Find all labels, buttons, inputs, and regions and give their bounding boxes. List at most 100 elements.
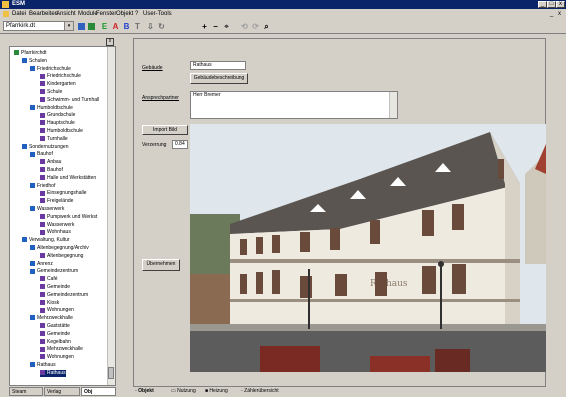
tree-node[interactable]: Turnhalle bbox=[40, 136, 68, 143]
object-icon bbox=[40, 229, 45, 235]
tree-node[interactable]: Gemeinde bbox=[40, 331, 70, 338]
close-button[interactable]: x bbox=[556, 1, 565, 8]
tab-steam[interactable]: Steam bbox=[9, 387, 43, 396]
tree-node[interactable]: Anbau bbox=[40, 159, 61, 166]
tree-node-label: Bauhof bbox=[37, 151, 53, 158]
tree-node[interactable]: Wohnungen bbox=[40, 354, 74, 361]
tree-node[interactable]: Wohnungen bbox=[40, 307, 74, 314]
tree-node[interactable]: Mehrzweckhalle bbox=[30, 315, 73, 322]
tree-node[interactable]: Verwaltung, Kultur bbox=[22, 237, 70, 244]
tree-node[interactable]: Rathaus bbox=[30, 362, 56, 369]
object-icon bbox=[40, 221, 45, 227]
tree-node[interactable]: Altenbegegnung/Archiv bbox=[30, 245, 89, 252]
verzerrung-input[interactable]: 0.84 bbox=[172, 140, 188, 149]
tab-nutzung[interactable]: ▭ Nutzung bbox=[171, 387, 196, 396]
refresh-icon[interactable]: ↻ bbox=[157, 22, 166, 31]
minimize-button[interactable]: _ bbox=[538, 1, 547, 8]
add-icon[interactable]: + bbox=[200, 22, 209, 31]
tree-node[interactable]: Friedrichschule bbox=[30, 66, 71, 73]
menu-bearbeiten[interactable]: Bearbeiten bbox=[29, 11, 58, 17]
gebaeudebeschreibung-button[interactable]: Gebäudebeschreibung bbox=[190, 73, 248, 84]
tree-node[interactable]: Mehrzweckhalle bbox=[40, 346, 83, 353]
uebernehmen-button[interactable]: Übernehmen bbox=[142, 259, 180, 271]
tree-node[interactable]: Schulen bbox=[22, 58, 47, 65]
menu-ansicht[interactable]: Ansicht bbox=[56, 11, 76, 17]
redo-icon[interactable]: ⟳ bbox=[251, 22, 260, 31]
toolbar-b-button[interactable]: B bbox=[122, 22, 131, 31]
tree-node[interactable]: Altenbegegnung bbox=[40, 253, 83, 260]
gebaeude-input[interactable]: Rathaus bbox=[190, 61, 246, 70]
tree-node[interactable]: Humboldtschule bbox=[40, 128, 83, 135]
tree-node-label: Rathaus bbox=[37, 362, 56, 368]
import-bild-button[interactable]: Import Bild bbox=[142, 125, 188, 135]
menu-help[interactable]: ? bbox=[135, 11, 138, 17]
search-icon[interactable]: ⌕ bbox=[262, 22, 271, 31]
maximize-button[interactable]: □ bbox=[547, 1, 556, 8]
tree-node[interactable]: Sondernutzungen bbox=[22, 144, 68, 151]
tab-zaehleruebersicht[interactable]: ◦ Zählerübersicht bbox=[241, 387, 279, 396]
object-icon bbox=[40, 89, 45, 95]
tab-obj[interactable]: Obj bbox=[81, 387, 116, 396]
chevron-down-icon[interactable]: ▾ bbox=[64, 22, 73, 30]
app-menu-icon[interactable] bbox=[3, 11, 9, 17]
ansprechpartner-input[interactable]: Herr Bremer bbox=[190, 91, 398, 119]
tree-node[interactable]: Kiosk bbox=[40, 300, 59, 307]
object-icon bbox=[40, 81, 45, 87]
tree-node[interactable]: Kegelbahn bbox=[40, 339, 71, 346]
tree-node[interactable]: Halle und Werkstätten bbox=[40, 175, 96, 182]
tree-node[interactable]: Wohnhaus bbox=[40, 229, 71, 236]
toolbar-t-button[interactable]: T bbox=[133, 22, 142, 31]
tree-node[interactable]: Gaststätte bbox=[40, 323, 70, 330]
tree-node[interactable]: Pumpwerk und Werkst bbox=[40, 214, 97, 221]
remove-icon[interactable]: − bbox=[211, 22, 220, 31]
menu-user-tools[interactable]: User-Tools bbox=[143, 11, 172, 17]
tree-node[interactable]: Einsegnungshalle bbox=[40, 190, 86, 197]
tree-icon[interactable] bbox=[78, 23, 85, 30]
tree-scrollbar[interactable] bbox=[107, 47, 115, 385]
object-tree[interactable]: Pfarrkirchdt Schulen Friedrichschule Friedr… bbox=[9, 46, 116, 386]
download-icon[interactable]: ⇩ bbox=[146, 22, 155, 31]
tree-node[interactable]: Friedrichschule bbox=[40, 73, 81, 80]
ansprechpartner-value: Herr Bremer bbox=[193, 92, 221, 98]
tree-node[interactable]: Wasserwerk bbox=[40, 222, 74, 229]
tree-close-icon[interactable]: x bbox=[106, 38, 114, 46]
tab-objekt[interactable]: ◦ Objekt bbox=[135, 387, 154, 396]
tree-node[interactable]: Gemeindezentrum bbox=[30, 268, 78, 275]
scrollbar-thumb[interactable] bbox=[108, 367, 114, 379]
tree-node-label: Rathaus bbox=[47, 369, 66, 376]
tree-node[interactable]: Pfarrkirchdt bbox=[14, 50, 47, 57]
ansprechpartner-scrollbar[interactable] bbox=[389, 92, 397, 118]
tab-verlag[interactable]: Verlag bbox=[44, 387, 80, 396]
tree-node[interactable]: Anrenz bbox=[30, 261, 53, 268]
menu-fenster[interactable]: Fenster bbox=[96, 11, 116, 17]
mdi-close-button[interactable]: x bbox=[558, 11, 561, 17]
mdi-minimize-button[interactable]: _ bbox=[550, 11, 553, 17]
tree-node[interactable]: Freigelände bbox=[40, 198, 73, 205]
locate-icon[interactable]: ⌖ bbox=[222, 22, 231, 31]
menu-module[interactable]: Module bbox=[78, 11, 98, 17]
toolbar-a-button[interactable]: A bbox=[111, 22, 120, 31]
tree-node[interactable]: Humboldtschule bbox=[30, 105, 73, 112]
tree-node[interactable]: Friedhof bbox=[30, 183, 55, 190]
tree-node[interactable]: Schwimm- und Turnhall bbox=[40, 97, 99, 104]
tree-node[interactable]: Schule bbox=[40, 89, 62, 96]
location-combo[interactable]: Pfarrkirk.dt ▾ bbox=[3, 21, 74, 31]
tree-node[interactable]: Wasserwerk bbox=[30, 206, 64, 213]
tree-node[interactable]: Hauptschule bbox=[40, 120, 75, 127]
tree-node[interactable]: Gemeindezentrum bbox=[40, 292, 88, 299]
menu-datei[interactable]: Datei bbox=[12, 11, 26, 17]
tree-node[interactable]: Grundschule bbox=[40, 112, 75, 119]
tree-node[interactable]: Café bbox=[40, 276, 58, 283]
undo-icon[interactable]: ⟲ bbox=[240, 22, 249, 31]
toolbar-e-button[interactable]: E bbox=[100, 22, 109, 31]
tree-node[interactable]: Kindergarten bbox=[40, 81, 76, 88]
object-icon bbox=[40, 128, 45, 134]
menu-objekt[interactable]: Objekt bbox=[116, 11, 133, 17]
tab-heizung[interactable]: ■ Heizung bbox=[205, 387, 228, 396]
map-icon[interactable] bbox=[88, 23, 95, 30]
tree-node[interactable]: Bauhof bbox=[30, 151, 53, 158]
object-icon bbox=[40, 213, 45, 219]
tree-node[interactable]: Gemeinde bbox=[40, 284, 70, 291]
tree-node[interactable]: Bauhof bbox=[40, 167, 63, 174]
tree-node[interactable]: Rathaus bbox=[40, 369, 66, 377]
